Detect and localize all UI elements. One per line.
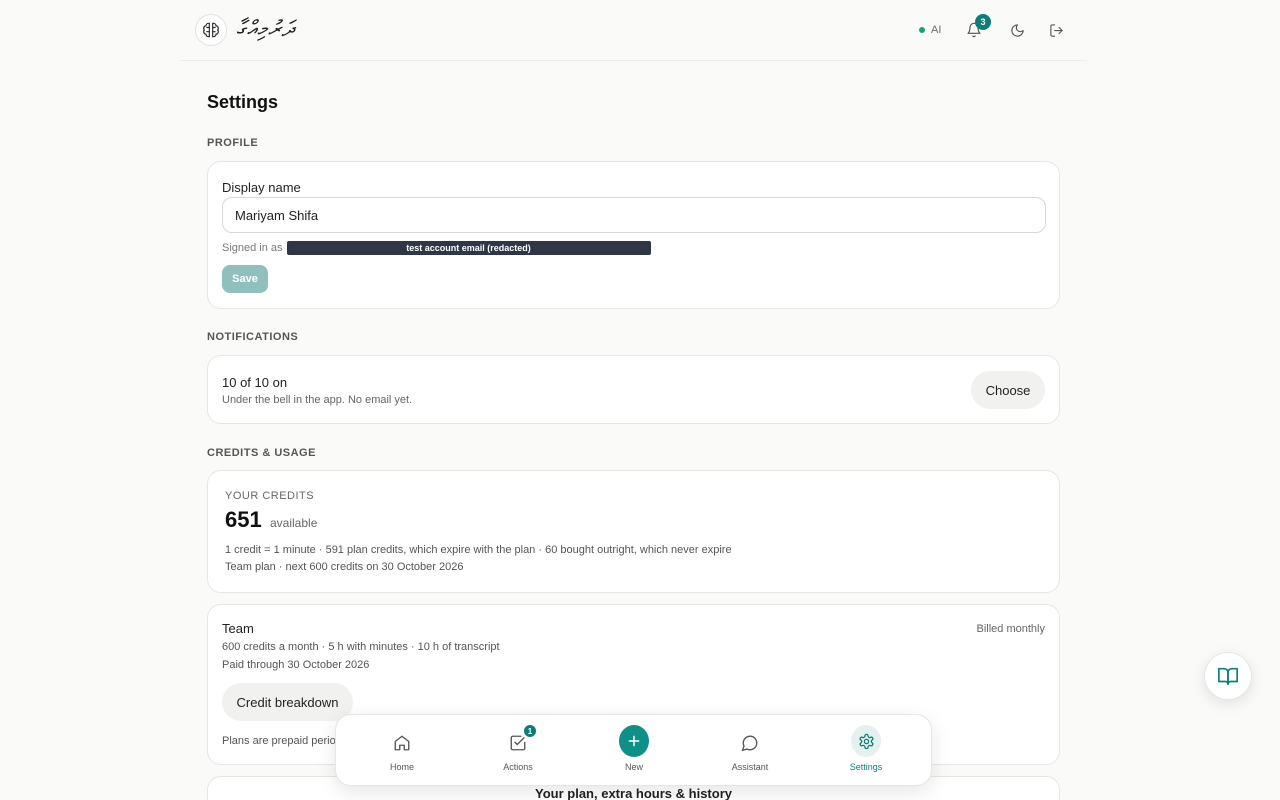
- plan-features: 600 credits a month · 5 h with minutes ·…: [222, 641, 500, 653]
- nav-item-assistant[interactable]: Assistant: [710, 715, 790, 787]
- plan-paid-through: Paid through 30 October 2026: [222, 659, 370, 671]
- nav-item-actions[interactable]: 1 Actions: [478, 715, 558, 787]
- your-credits-label: YOUR CREDITS: [225, 490, 315, 502]
- credit-breakdown-button[interactable]: Credit breakdown: [222, 683, 353, 721]
- profile-section-label: PROFILE: [207, 137, 259, 149]
- choose-notifications-button[interactable]: Choose: [971, 371, 1045, 409]
- credits-amount: 651: [225, 507, 262, 532]
- brain-logo-icon[interactable]: [195, 14, 227, 46]
- nav-item-new[interactable]: New: [594, 715, 674, 787]
- credits-section-label: CREDITS & USAGE: [207, 447, 316, 459]
- book-open-icon: [1218, 667, 1238, 686]
- moon-icon: [1010, 23, 1024, 37]
- plan-name: Team: [222, 621, 254, 636]
- credits-detail-line: 1 credit = 1 minute · 591 plan credits, …: [225, 544, 732, 556]
- credits-available-label: available: [270, 516, 318, 530]
- account-email-redacted: test account email (redacted): [286, 241, 651, 255]
- credits-plan-line: Team plan · next 600 credits on 30 Octob…: [225, 561, 464, 573]
- nav-label-assistant: Assistant: [731, 762, 769, 772]
- page-title: Settings: [207, 92, 279, 112]
- nav-label-actions: Actions: [503, 762, 533, 772]
- brand-name: ދަރުމިއްގާ: [236, 17, 295, 42]
- plus-icon: [619, 725, 649, 757]
- nav-label-settings: Settings: [849, 762, 883, 772]
- display-name-label: Display name: [222, 180, 301, 195]
- credits-card: YOUR CREDITS 651 available 1 credit = 1 …: [207, 470, 1060, 593]
- plan-billing: Billed monthly: [976, 623, 1045, 635]
- notifications-card: 10 of 10 on Under the bell in the app. N…: [207, 355, 1060, 424]
- profile-card: Display name Signed in as test account e…: [207, 161, 1060, 309]
- nav-label-home: Home: [389, 762, 414, 772]
- notifications-description: Under the bell in the app. No email yet.: [222, 394, 413, 406]
- nav-item-settings[interactable]: Settings: [826, 715, 906, 787]
- nav-item-home[interactable]: Home: [362, 715, 442, 787]
- signed-in-info: Signed in as test account email (redacte…: [222, 241, 651, 255]
- nav-label-new: New: [624, 762, 643, 772]
- ai-status-indicator[interactable]: AI: [911, 20, 949, 40]
- plan-note: Plans are prepaid perio: [222, 735, 336, 747]
- app-header: ދަރުމިއްގާ AI 3: [180, 0, 1087, 61]
- actions-count-badge: 1: [523, 724, 537, 738]
- notification-count-badge: 3: [975, 14, 991, 30]
- bottom-navigation: Home 1 Actions New Assistant Settings: [335, 714, 932, 786]
- chat-bubble-icon: [735, 731, 765, 755]
- plan-history-title: Your plan, extra hours & history: [535, 786, 732, 800]
- notifications-button[interactable]: 3: [962, 14, 991, 42]
- logout-button[interactable]: [1044, 18, 1068, 42]
- home-icon: [387, 731, 417, 755]
- signed-in-prefix: Signed in as: [222, 242, 283, 254]
- guide-button[interactable]: [1204, 652, 1252, 700]
- checkbox-icon: 1: [503, 724, 537, 755]
- logout-icon: [1049, 23, 1063, 37]
- ai-status-dot: [919, 27, 925, 33]
- display-name-input[interactable]: [222, 197, 1046, 233]
- ai-status-label: AI: [931, 24, 942, 36]
- new-button[interactable]: [619, 725, 649, 757]
- save-button[interactable]: Save: [222, 265, 268, 293]
- notifications-section-label: NOTIFICATIONS: [207, 331, 299, 343]
- settings-nav-icon-wrap: [851, 725, 881, 757]
- gear-icon: [851, 725, 881, 757]
- dark-mode-toggle[interactable]: [1005, 18, 1029, 42]
- notifications-status: 10 of 10 on: [222, 375, 288, 390]
